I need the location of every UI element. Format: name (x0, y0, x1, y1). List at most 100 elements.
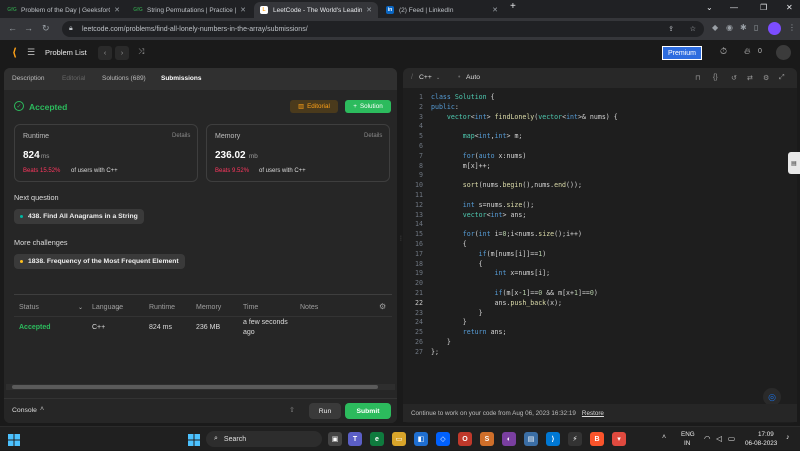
tab-submissions[interactable]: Submissions (161, 75, 201, 82)
braces-icon[interactable]: {} (713, 74, 718, 81)
settings-gear-icon[interactable]: ⚙ (379, 302, 386, 311)
col-status[interactable]: Status (19, 304, 39, 311)
browser-tab-gfg-practice[interactable]: GfG String Permutations | Practice | G ✕ (128, 2, 252, 18)
col-language[interactable]: Language (92, 304, 123, 311)
weather-widget-icon[interactable] (8, 433, 20, 446)
prev-problem-button[interactable]: ‹ (98, 46, 112, 60)
auto-mode[interactable]: Auto (466, 74, 480, 81)
close-window-icon[interactable]: ✕ (786, 3, 793, 12)
close-icon[interactable]: ✕ (366, 6, 372, 14)
close-icon[interactable]: ✕ (114, 6, 120, 14)
language-indicator[interactable]: ENG (681, 431, 695, 438)
store-icon[interactable]: ◧ (414, 432, 428, 446)
task-view-icon[interactable]: ▣ (328, 432, 342, 446)
settings-icon[interactable]: ⚙ (763, 74, 769, 82)
chevron-down-icon[interactable]: ⌄ (436, 75, 440, 81)
app-icon[interactable]: ▾ (612, 432, 626, 446)
bookmark-star-icon[interactable]: ☆ (690, 25, 696, 33)
timer-icon[interactable]: ⏱ (720, 46, 727, 57)
solution-button[interactable]: + Solution (345, 100, 391, 113)
scrollbar-thumb[interactable] (12, 385, 378, 389)
sidebar-icon[interactable]: ▯ (754, 23, 758, 32)
problem-list-link[interactable]: Problem List (45, 48, 87, 57)
wifi-icon[interactable]: ◠ (704, 434, 711, 443)
next-problem-button[interactable]: › (115, 46, 129, 60)
chevron-down-icon[interactable]: ⌄ (78, 304, 83, 311)
runtime-card[interactable]: Runtime Details 824 ms Beats 15.52% of u… (14, 124, 198, 182)
profile-avatar[interactable] (768, 22, 781, 35)
menu-dots-icon[interactable]: ⋮ (788, 23, 796, 32)
github-icon[interactable]: ◐ (502, 432, 516, 446)
teams-icon[interactable]: T (348, 432, 362, 446)
shuffle-icon[interactable]: ⤨ (138, 47, 144, 57)
tab-solutions[interactable]: Solutions (689) (102, 75, 146, 82)
reset-icon[interactable]: ↺ (731, 74, 737, 82)
feedback-tab-icon[interactable]: ▤ (788, 152, 800, 174)
leetcode-logo[interactable]: ⟨ (12, 46, 17, 59)
memory-card[interactable]: Memory Details 236.02 mb Beats 9.52% of … (206, 124, 390, 182)
tab-editorial[interactable]: Editorial (62, 75, 85, 82)
swap-icon[interactable]: ⇄ (747, 74, 753, 82)
next-question-chip[interactable]: 438. Find All Anagrams in a String (14, 209, 144, 224)
puzzle-icon[interactable]: ✱ (740, 23, 747, 32)
bookmark-icon[interactable]: ⊓ (695, 74, 700, 82)
close-icon[interactable]: ✕ (240, 6, 246, 14)
difficulty-dot (20, 215, 23, 218)
premium-button[interactable]: Premium (662, 46, 703, 60)
back-icon[interactable]: ← (8, 23, 17, 33)
code-line: 15 for(int i=0;i<nums.size();i++) (415, 230, 582, 239)
language-select[interactable]: C++ (419, 74, 432, 81)
fullscreen-icon[interactable]: ⤢ (779, 74, 785, 82)
close-icon[interactable]: ✕ (492, 6, 498, 14)
extension-icon[interactable]: ◉ (726, 23, 733, 32)
upload-icon[interactable]: ⇧ (289, 406, 295, 414)
chevron-up-icon[interactable]: ˄ (662, 434, 666, 441)
share-icon[interactable]: ⇪ (668, 25, 674, 33)
browser-tab-gfg-potd[interactable]: GfG Problem of the Day | GeeksforGe ✕ (2, 2, 126, 18)
vscode-icon[interactable]: ⟩ (546, 432, 560, 446)
sublime-icon[interactable]: S (480, 432, 494, 446)
tab-description[interactable]: Description (12, 75, 45, 82)
row-status[interactable]: Accepted (19, 324, 51, 331)
extension-icon[interactable]: ◆ (712, 23, 718, 32)
challenge-chip[interactable]: 1838. Frequency of the Most Frequent Ele… (14, 254, 185, 269)
battery-icon[interactable]: ▭ (728, 434, 735, 443)
submit-button[interactable]: Submit (345, 403, 391, 419)
panel-resize-handle[interactable]: ⋮ (398, 235, 404, 249)
volume-icon[interactable]: ◁ (716, 434, 722, 443)
app-icon[interactable]: ▤ (524, 432, 538, 446)
file-explorer-icon[interactable]: ▭ (392, 432, 406, 446)
clock-date[interactable]: 06-08-2023 (745, 440, 777, 447)
app-icon[interactable]: ⚡︎ (568, 432, 582, 446)
streak-fire-icon[interactable]: 🔥︎ (744, 46, 751, 57)
notification-bell-icon[interactable]: ♪ (786, 434, 790, 441)
run-button[interactable]: Run (309, 403, 341, 419)
browser-tab-linkedin[interactable]: in (2) Feed | LinkedIn ✕ (380, 2, 504, 18)
memory-details-link[interactable]: Details (364, 133, 382, 139)
office-icon[interactable]: O (458, 432, 472, 446)
table-row[interactable]: Accepted C++ 824 ms 236 MB a few seconds… (14, 317, 392, 345)
minimize-icon[interactable]: — (730, 3, 738, 12)
dropbox-icon[interactable]: ◇ (436, 432, 450, 446)
reload-icon[interactable]: ↻ (42, 23, 50, 34)
new-tab-button[interactable]: + (510, 1, 516, 12)
clock-time[interactable]: 17:09 (758, 431, 774, 438)
restore-link[interactable]: Restore (582, 410, 604, 417)
brave-icon[interactable]: B (590, 432, 604, 446)
browser-tab-leetcode[interactable]: L LeetCode - The World's Leading ✕ (254, 2, 378, 18)
code-line: 14 (415, 220, 423, 229)
chevron-up-icon[interactable]: ˄ (40, 406, 44, 413)
maximize-icon[interactable]: ❐ (760, 3, 767, 12)
editorial-button[interactable]: ▥ Editorial (290, 100, 338, 113)
forward-icon[interactable]: → (24, 23, 33, 33)
console-toggle[interactable]: Console (12, 407, 37, 414)
taskbar-search-box[interactable]: ⌕ Search (206, 431, 322, 447)
windows-start-icon[interactable] (188, 433, 200, 446)
edge-icon[interactable]: e (370, 432, 384, 446)
user-avatar[interactable] (776, 45, 791, 60)
runtime-details-link[interactable]: Details (172, 133, 190, 139)
address-bar[interactable]: 🔒︎ leetcode.com/problems/find-all-lonely… (62, 21, 704, 37)
tab-search-icon[interactable]: ⌄ (706, 3, 713, 12)
restore-message: Continue to work on your code from Aug 0… (411, 409, 576, 417)
horizontal-scrollbar[interactable] (6, 384, 395, 390)
